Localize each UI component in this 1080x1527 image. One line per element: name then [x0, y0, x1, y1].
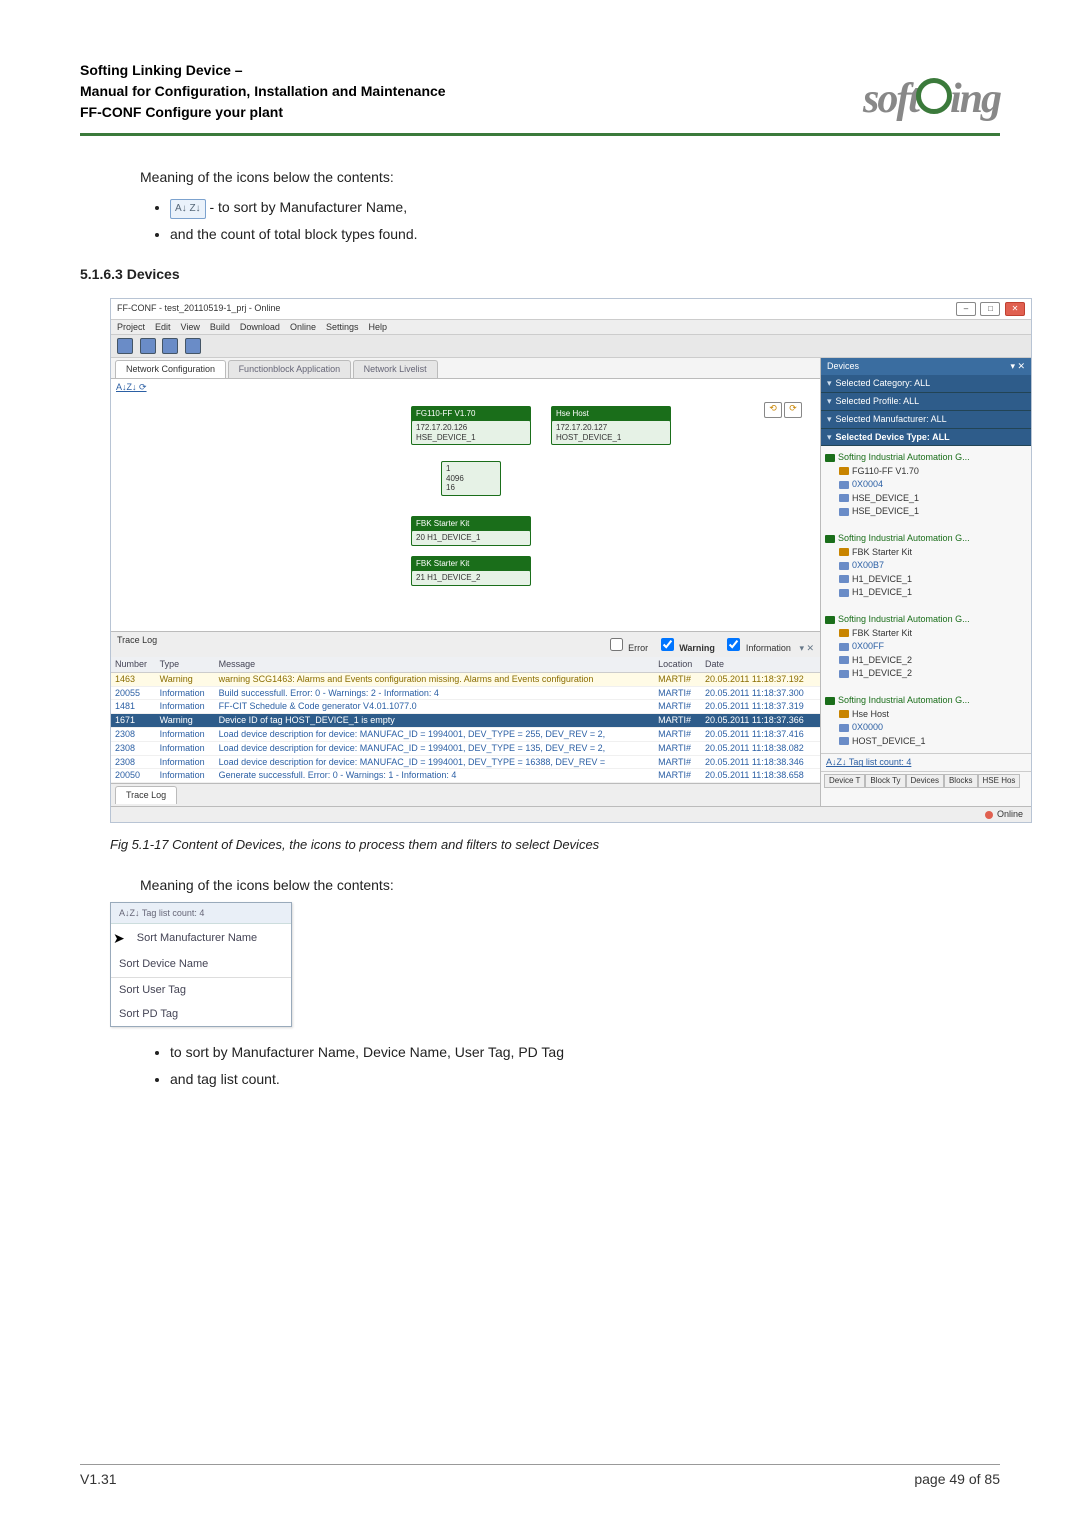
intro-lead: Meaning of the icons below the contents: [140, 166, 1000, 188]
bullet-count: and the count of total block types found… [170, 223, 1000, 245]
down-icon[interactable] [162, 338, 178, 354]
filter-category[interactable]: ▾Selected Category: ALL [821, 375, 1031, 393]
app-screenshot: FF-CONF - test_20110519-1_prj - Online –… [110, 298, 1032, 823]
sort-popup: A↓Z↓ Tag list count: 4 ➤Sort Manufacture… [110, 902, 292, 1028]
save-icon[interactable] [117, 338, 133, 354]
section-title: 5.1.6.3 Devices [80, 263, 1000, 285]
logo-ring-icon [916, 78, 952, 114]
status-bar: Online [111, 806, 1031, 822]
footer-version: V1.31 [80, 1471, 117, 1487]
trace-row[interactable]: 1463Warningwarning SCG1463: Alarms and E… [111, 672, 820, 686]
cb-info[interactable] [727, 638, 740, 651]
devices-pin[interactable]: ▾ ✕ [1010, 361, 1025, 372]
devices-panel: Devices ▾ ✕ ▾Selected Category: ALL ▾Sele… [820, 358, 1031, 806]
post-b2: and tag list count. [170, 1068, 1000, 1090]
status-dot-icon [985, 811, 993, 819]
topology-canvas[interactable]: ⟲⟳ FG110-FF V1.70 172.17.20.126HSE_DEVIC… [111, 396, 820, 631]
trace-row[interactable]: 2308InformationLoad device description f… [111, 755, 820, 769]
hdr-line2: Manual for Configuration, Installation a… [80, 81, 446, 102]
sort-row[interactable]: A↓Z↓ ⟳ [111, 379, 820, 396]
trace-pin[interactable]: ▾ ✕ [799, 643, 814, 653]
window-title: FF-CONF - test_20110519-1_prj - Online [117, 303, 280, 314]
intro2: Meaning of the icons below the contents: [140, 874, 1000, 896]
node-hsehost-body[interactable]: 172.17.20.127HOST_DEVICE_1 [551, 420, 671, 445]
redo-canvas-icon[interactable]: ⟳ [784, 402, 802, 418]
trace-row[interactable]: 1671WarningDevice ID of tag HOST_DEVICE_… [111, 714, 820, 728]
bullet-sort-icon: A↓ Z↓ - to sort by Manufacturer Name, [170, 196, 1000, 218]
footer-page: page 49 of 85 [914, 1471, 1000, 1487]
node-fbk1-body[interactable]: 20 H1_DEVICE_1 [411, 530, 531, 546]
devices-title: Devices [827, 361, 859, 372]
tab-network-config[interactable]: Network Configuration [115, 360, 226, 378]
trace-filters[interactable]: Error Warning Information ▾ ✕ [600, 635, 814, 654]
menu-bar[interactable]: ProjectEditViewBuildDownloadOnlineSettin… [111, 320, 1031, 336]
popup-header: A↓Z↓ Tag list count: 4 [111, 903, 291, 924]
trace-row[interactable]: 20050InformationGenerate successfull. Er… [111, 769, 820, 783]
right-bottom-tabs[interactable]: Device TBlock TyDevicesBlocksHSE Hos [821, 771, 1031, 790]
maximize-icon[interactable]: □ [980, 302, 1000, 316]
filter-manufacturer[interactable]: ▾Selected Manufacturer: ALL [821, 411, 1031, 429]
node-fbk2-body[interactable]: 21 H1_DEVICE_2 [411, 570, 531, 586]
tab-trace-log[interactable]: Trace Log [115, 786, 177, 804]
window-controls: – □ ✕ [954, 302, 1025, 316]
popup-sort-device[interactable]: Sort Device Name [111, 953, 291, 977]
filter-devtype[interactable]: ▾Selected Device Type: ALL [821, 429, 1031, 447]
hdr-line3: FF-CONF Configure your plant [80, 102, 446, 123]
node-fg110-body[interactable]: 172.17.20.126HSE_DEVICE_1 [411, 420, 531, 445]
post-b1: to sort by Manufacturer Name, Device Nam… [170, 1041, 1000, 1063]
hdr-line1: Softing Linking Device – [80, 60, 446, 81]
toolbar[interactable] [111, 335, 1031, 358]
trace-row[interactable]: 20055InformationBuild successfull. Error… [111, 686, 820, 700]
trace-row[interactable]: 1481InformationFF-CIT Schedule & Code ge… [111, 700, 820, 714]
popup-sort-pdtag[interactable]: Sort PD Tag [111, 1003, 291, 1027]
up-icon[interactable] [185, 338, 201, 354]
cursor-icon: ➤ [113, 927, 125, 949]
node-link[interactable]: 1409616 [441, 461, 501, 496]
cb-warning[interactable] [661, 638, 674, 651]
sort-az-icon: A↓ Z↓ [170, 199, 206, 219]
tab-fb-app[interactable]: Functionblock Application [228, 360, 352, 378]
popup-sort-manufacturer[interactable]: ➤Sort Manufacturer Name [111, 924, 291, 952]
popup-sort-usertag[interactable]: Sort User Tag [111, 979, 291, 1003]
filter-profile[interactable]: ▾Selected Profile: ALL [821, 393, 1031, 411]
doc-header: Softing Linking Device – Manual for Conf… [80, 60, 446, 123]
minimize-icon[interactable]: – [956, 302, 976, 316]
figure-caption: Fig 5.1-17 Content of Devices, the icons… [110, 835, 1000, 856]
trace-row[interactable]: 2308InformationLoad device description f… [111, 727, 820, 741]
device-tree[interactable]: Softing Industrial Automation G... FG110… [821, 446, 1031, 753]
undo-icon[interactable] [140, 338, 156, 354]
tag-list-count[interactable]: A↓Z↓ Tag list count: 4 [821, 753, 1031, 771]
cb-error[interactable] [610, 638, 623, 651]
trace-row[interactable]: 2308InformationLoad device description f… [111, 741, 820, 755]
trace-title: Trace Log [117, 635, 157, 654]
undo-canvas-icon[interactable]: ⟲ [764, 402, 782, 418]
softing-logo: softing [863, 75, 1000, 123]
tab-livelist[interactable]: Network Livelist [353, 360, 438, 378]
trace-table[interactable]: NumberTypeMessageLocationDate 1463Warnin… [111, 657, 820, 783]
close-icon[interactable]: ✕ [1005, 302, 1025, 316]
